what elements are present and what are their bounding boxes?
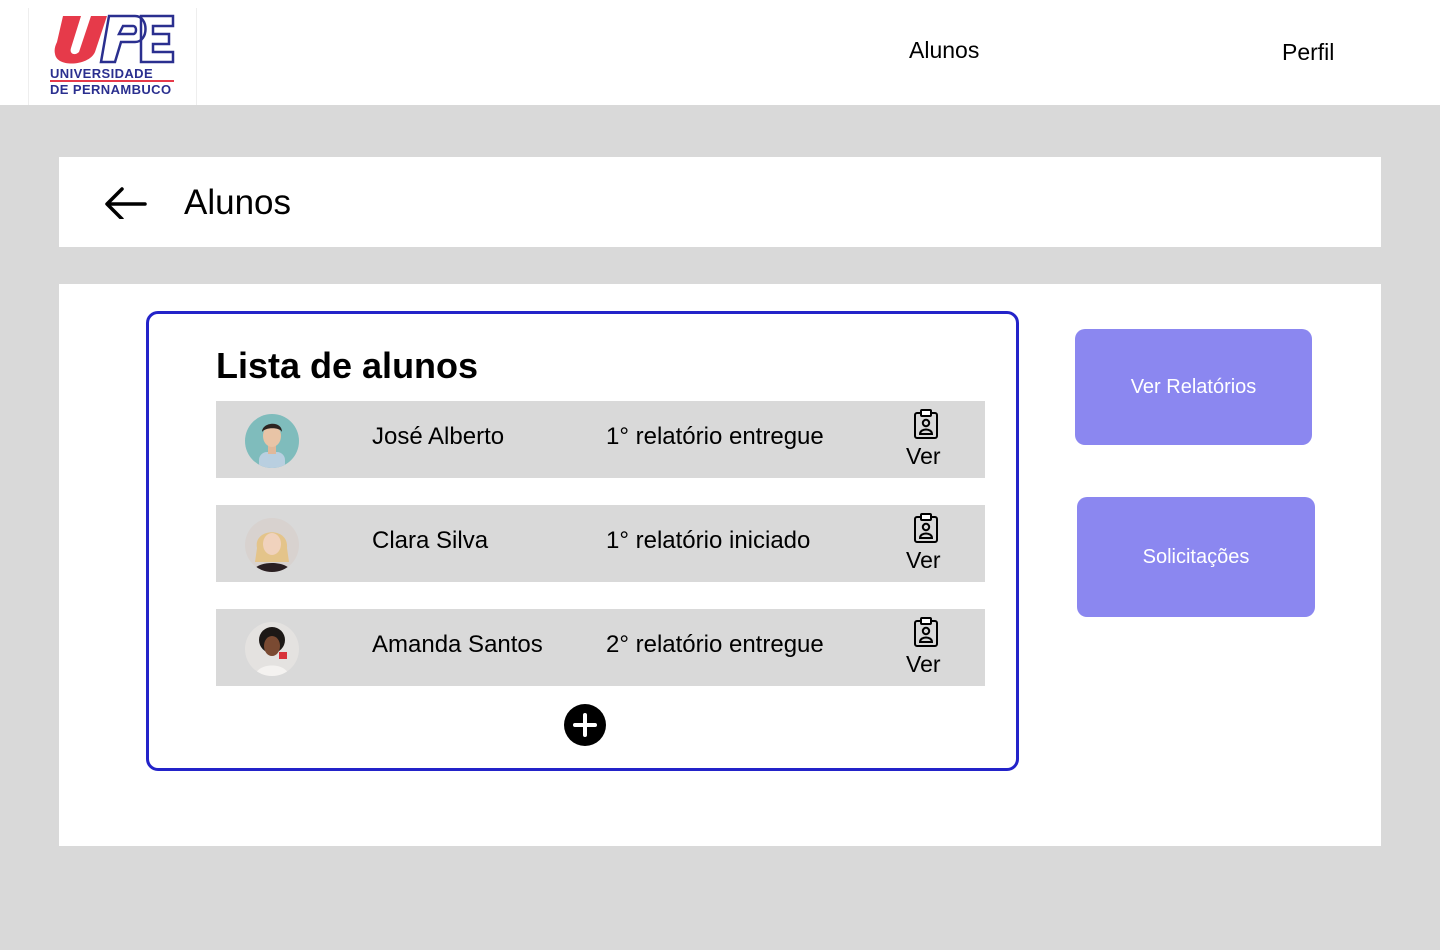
student-photo-icon (245, 414, 299, 468)
student-list-title: Lista de alunos (216, 345, 479, 386)
view-report-button[interactable]: Ver (902, 407, 950, 473)
view-label: Ver (906, 651, 941, 677)
student-list-panel: Lista de alunos José Alberto 1° relatóri… (146, 311, 1019, 771)
view-report-button[interactable]: Ver (902, 615, 950, 681)
upe-logo[interactable]: UNIVERSIDADE DE PERNAMBUCO (28, 8, 197, 105)
page-header: Alunos (59, 157, 1381, 247)
top-navigation-bar: UNIVERSIDADE DE PERNAMBUCO Alunos Perfil (0, 0, 1440, 105)
view-label: Ver (906, 547, 941, 573)
student-name: Clara Silva (372, 527, 489, 554)
student-name: Amanda Santos (372, 631, 543, 658)
clipboard-user-icon (914, 513, 938, 543)
logo-text-universidade: UNIVERSIDADE (50, 66, 154, 81)
nav-link-alunos[interactable]: Alunos (909, 37, 979, 64)
requests-button[interactable]: Solicitações (1077, 497, 1315, 617)
upe-logo-mark (54, 14, 175, 64)
page-title: Alunos (184, 183, 292, 222)
student-photo-icon (245, 518, 299, 572)
student-row: Amanda Santos 2° relatório entregue Ver (216, 609, 985, 686)
clipboard-user-icon (914, 409, 938, 439)
logo-text-pernambuco: DE PERNAMBUCO (50, 82, 172, 97)
view-label: Ver (906, 443, 941, 469)
main-content: Lista de alunos José Alberto 1° relatóri… (59, 284, 1381, 846)
view-reports-button[interactable]: Ver Relatórios (1075, 329, 1312, 445)
report-status: 1° relatório iniciado (606, 527, 811, 554)
nav-link-perfil[interactable]: Perfil (1282, 39, 1334, 66)
plus-circle-icon (573, 713, 597, 737)
report-status: 2° relatório entregue (606, 631, 824, 658)
avatar (245, 622, 299, 676)
avatar (245, 414, 299, 468)
add-student-button[interactable] (564, 704, 606, 746)
report-status: 1° relatório entregue (606, 423, 824, 450)
back-button[interactable] (103, 185, 147, 221)
student-row: José Alberto 1° relatório entregue Ver (216, 401, 985, 478)
student-name: José Alberto (372, 423, 505, 450)
student-photo-icon (245, 622, 299, 676)
arrow-left-icon (105, 187, 147, 221)
student-row: Clara Silva 1° relatório iniciado Ver (216, 505, 985, 582)
view-report-button[interactable]: Ver (902, 511, 950, 577)
clipboard-user-icon (914, 617, 938, 647)
avatar (245, 518, 299, 572)
